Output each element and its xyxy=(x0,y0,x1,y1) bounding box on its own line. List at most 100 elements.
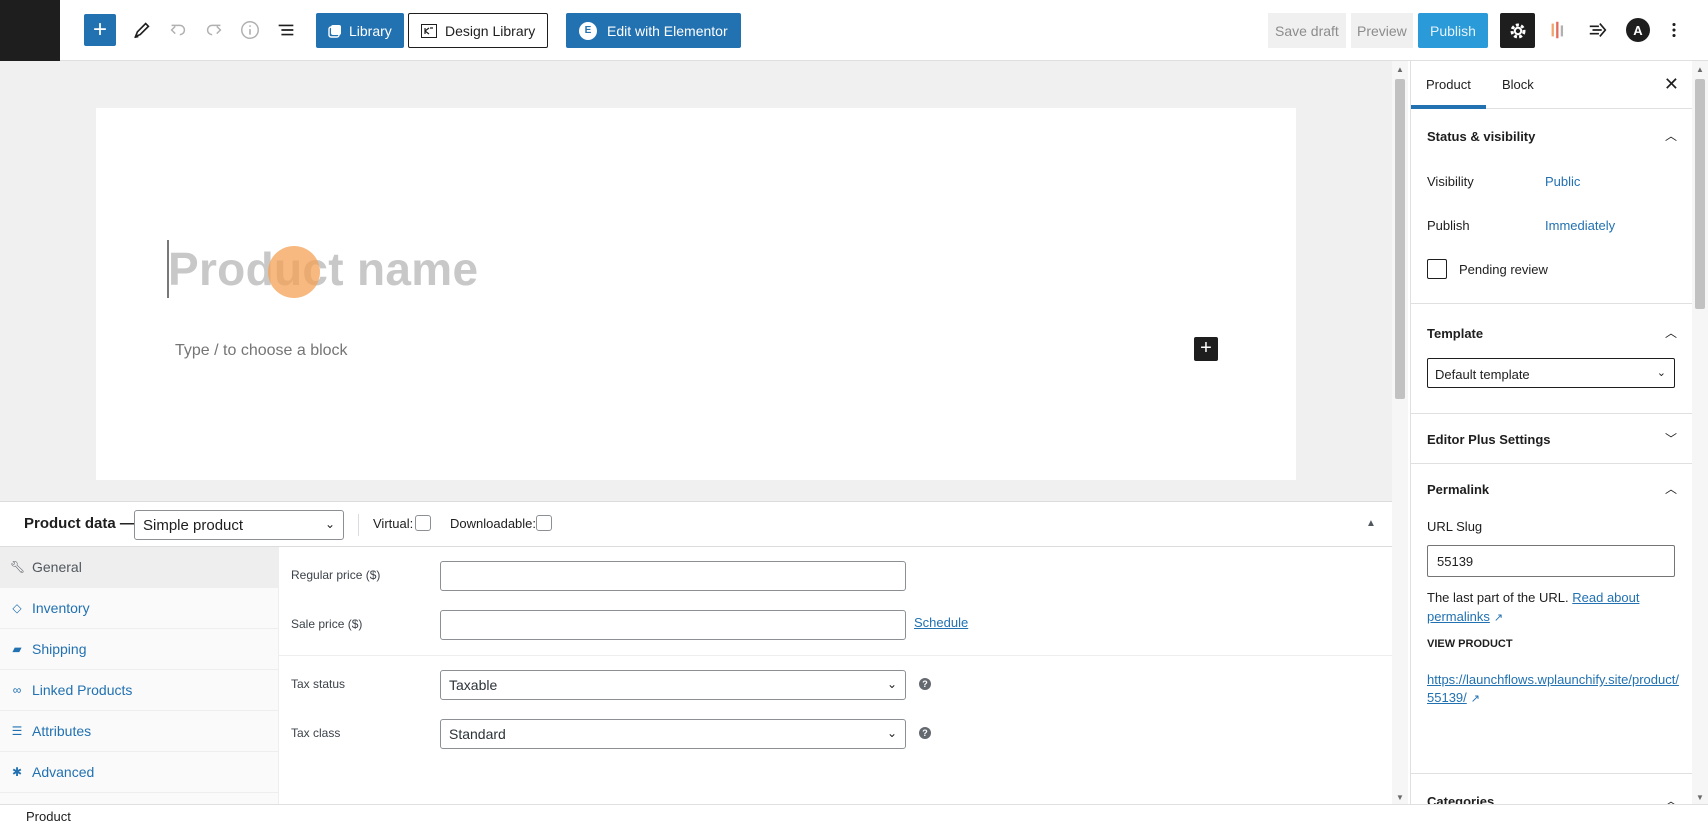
url-slug-input[interactable]: 55139 xyxy=(1427,545,1675,577)
product-data-title: Product data — xyxy=(24,515,135,532)
undo-button[interactable] xyxy=(162,14,194,46)
chevron-down-icon: ⌄ xyxy=(886,677,897,691)
virtual-checkbox[interactable] xyxy=(415,515,431,531)
editor-plus-title[interactable]: Editor Plus Settings xyxy=(1427,432,1551,447)
regular-price-label: Regular price ($) xyxy=(291,568,381,582)
product-data-tabs: 🔧︎ General ◇ Inventory ▰ Shipping ∞ Link… xyxy=(0,547,279,805)
tab-shipping[interactable]: ▰ Shipping xyxy=(0,629,278,670)
visibility-value-link[interactable]: Public xyxy=(1545,174,1580,189)
view-product-link[interactable]: https://launchflows.wplaunchify.site/pro… xyxy=(1427,672,1679,705)
scroll-down-arrow-icon[interactable]: ▼ xyxy=(1396,793,1404,802)
tab-block[interactable]: Block xyxy=(1487,61,1549,109)
divider xyxy=(358,514,359,536)
performance-button[interactable] xyxy=(1582,14,1614,46)
scroll-up-arrow-icon[interactable]: ▲ xyxy=(1696,65,1704,74)
library-button[interactable]: Library xyxy=(316,13,404,48)
plugin-stats-button[interactable] xyxy=(1542,14,1574,46)
tools-button[interactable] xyxy=(126,14,158,46)
astra-logo-icon: A xyxy=(1626,18,1650,42)
sidebar-scrollbar[interactable]: ▲ ▼ xyxy=(1692,61,1708,804)
tax-status-select[interactable]: Taxable ⌄ xyxy=(440,670,906,700)
tab-advanced[interactable]: ✱ Advanced xyxy=(0,752,278,793)
help-icon[interactable]: ? xyxy=(919,678,931,690)
template-select[interactable]: Default template ⌄ xyxy=(1427,358,1675,388)
truck-icon: ▰ xyxy=(12,642,22,656)
list-icon: ☰ xyxy=(11,724,23,738)
redo-button[interactable] xyxy=(198,14,230,46)
tax-class-label: Tax class xyxy=(291,726,341,740)
top-toolbar: + Library Design Library E Edit with Ele… xyxy=(0,0,1708,61)
editor-canvas[interactable]: Product name Type / to choose a block + xyxy=(96,108,1296,480)
block-placeholder[interactable]: Type / to choose a block xyxy=(175,342,348,360)
inline-add-block-button[interactable]: + xyxy=(1194,337,1218,361)
tab-advanced-label: Advanced xyxy=(32,764,95,780)
chevron-up-icon[interactable]: ︿ xyxy=(1665,127,1677,144)
chevron-down-icon[interactable]: ﹀ xyxy=(1665,430,1677,447)
tax-class-select[interactable]: Standard ⌄ xyxy=(440,719,906,749)
pending-review-checkbox[interactable] xyxy=(1427,259,1447,279)
permalink-title[interactable]: Permalink xyxy=(1427,482,1489,497)
product-type-select[interactable]: Simple product ⌄ xyxy=(134,510,344,540)
template-title[interactable]: Template xyxy=(1427,326,1483,341)
link-icon: ∞ xyxy=(12,683,22,697)
details-button[interactable] xyxy=(234,14,266,46)
preview-button[interactable]: Preview xyxy=(1351,13,1413,48)
collapse-panel-icon[interactable]: ▲ xyxy=(1366,518,1376,529)
elementor-icon: E xyxy=(579,21,597,40)
chevron-up-icon[interactable]: ︿ xyxy=(1665,792,1677,804)
downloadable-label: Downloadable: xyxy=(450,516,537,531)
options-button[interactable] xyxy=(1658,14,1690,46)
close-icon[interactable]: ✕ xyxy=(1664,74,1679,95)
scroll-down-arrow-icon[interactable]: ▼ xyxy=(1696,793,1704,802)
chevron-up-icon[interactable]: ︿ xyxy=(1665,324,1677,341)
save-draft-button[interactable]: Save draft xyxy=(1268,13,1346,48)
tab-linked-products[interactable]: ∞ Linked Products xyxy=(0,670,278,711)
categories-panel: Categories ︿ xyxy=(1411,774,1692,804)
downloadable-checkbox[interactable] xyxy=(536,515,552,531)
settings-button[interactable] xyxy=(1500,13,1535,48)
pending-review-label: Pending review xyxy=(1459,262,1548,277)
tab-product[interactable]: Product xyxy=(1411,61,1486,109)
publish-label: Publish xyxy=(1427,218,1470,233)
status-visibility-title[interactable]: Status & visibility xyxy=(1427,129,1535,144)
permalink-help-text: The last part of the URL. xyxy=(1427,590,1569,605)
design-library-button[interactable]: Design Library xyxy=(408,13,549,48)
scroll-up-arrow-icon[interactable]: ▲ xyxy=(1396,65,1404,74)
editor-screen: + Library Design Library E Edit with Ele… xyxy=(0,0,1708,828)
sale-price-label: Sale price ($) xyxy=(291,617,363,631)
elementor-label: Edit with Elementor xyxy=(607,22,728,39)
plus-icon: + xyxy=(92,16,107,43)
sale-price-input[interactable] xyxy=(440,610,906,640)
tab-inventory-label: Inventory xyxy=(32,600,90,616)
undo-icon xyxy=(170,24,186,36)
external-link-icon: ↗ xyxy=(1493,612,1504,624)
tab-inventory[interactable]: ◇ Inventory xyxy=(0,588,278,629)
editor-scrollbar[interactable]: ▲ ▼ xyxy=(1392,61,1408,804)
help-icon[interactable]: ? xyxy=(919,727,931,739)
publish-date-link[interactable]: Immediately xyxy=(1545,218,1615,233)
tab-attributes[interactable]: ☰ Attributes xyxy=(0,711,278,752)
status-visibility-panel: Status & visibility ︿ Visibility Public … xyxy=(1411,109,1692,304)
add-block-button[interactable]: + xyxy=(84,14,116,46)
categories-title[interactable]: Categories xyxy=(1427,794,1494,804)
sidebar-scrollbar-thumb[interactable] xyxy=(1695,79,1705,309)
edit-with-elementor-button[interactable]: E Edit with Elementor xyxy=(566,13,741,48)
tab-general[interactable]: 🔧︎ General xyxy=(0,547,278,588)
list-view-icon xyxy=(278,24,294,36)
breadcrumb-product[interactable]: Product xyxy=(26,809,71,824)
list-view-button[interactable] xyxy=(270,14,302,46)
tax-status-label: Tax status xyxy=(291,677,346,691)
editor-plus-panel: Editor Plus Settings ﹀ xyxy=(1411,414,1692,464)
chevron-down-icon: ⌄ xyxy=(1656,367,1666,379)
regular-price-input[interactable] xyxy=(440,561,906,591)
publish-button[interactable]: Publish xyxy=(1418,13,1488,48)
schedule-link[interactable]: Schedule xyxy=(914,615,968,630)
astra-settings-button[interactable]: A xyxy=(1622,14,1654,46)
wordpress-logo-button[interactable] xyxy=(0,0,60,61)
product-title-input[interactable]: Product name xyxy=(168,242,478,296)
gear-icon xyxy=(1510,23,1525,38)
template-value: Default template xyxy=(1435,367,1530,382)
view-product-label: VIEW PRODUCT xyxy=(1427,638,1513,650)
chevron-up-icon[interactable]: ︿ xyxy=(1665,480,1677,497)
editor-scrollbar-thumb[interactable] xyxy=(1395,79,1405,399)
